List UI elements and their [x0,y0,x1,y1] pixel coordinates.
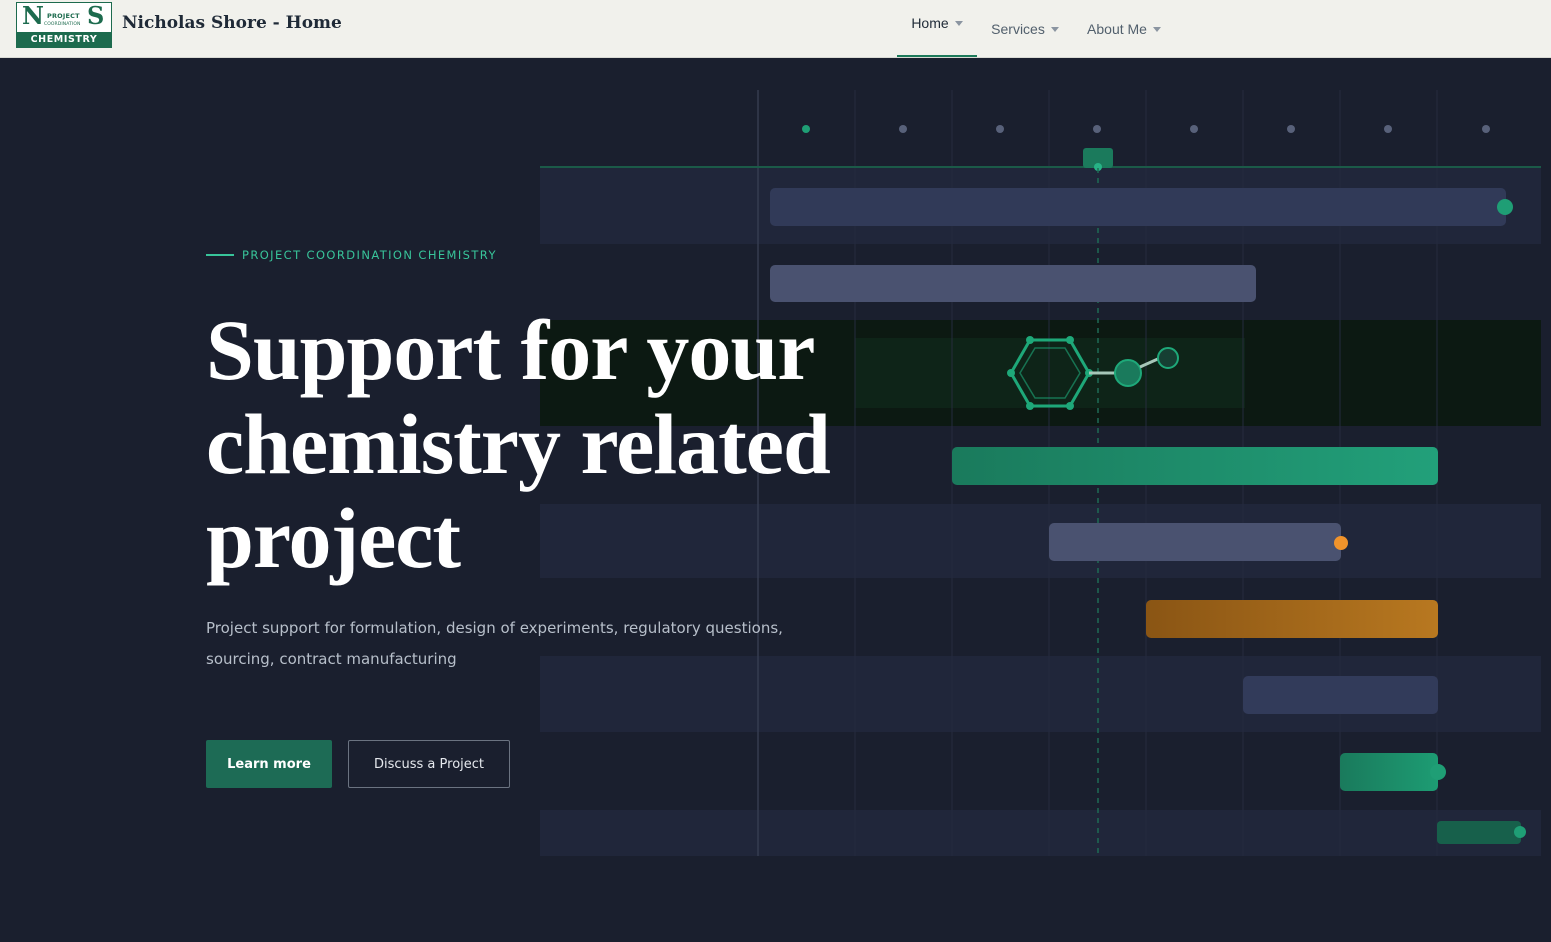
hero-headline: Support for your chemistry related proje… [206,303,846,585]
nav-home[interactable]: Home [897,0,977,57]
headline-line-2: chemistry related [206,396,831,492]
logo-band-chemistry: CHEMISTRY [17,32,111,47]
logo-letter-n: N [22,1,44,30]
nav-services-label: Services [991,20,1045,37]
hero-subtitle: Project support for formulation, design … [206,619,783,668]
eyebrow-divider [206,254,234,256]
eyebrow-text: PROJECT COORDINATION CHEMISTRY [242,248,497,262]
site-header: N PROJECT COORDINATION S CHEMISTRY Nicho… [0,0,1551,58]
nav-services[interactable]: Services [984,0,1066,57]
nav-about-me[interactable]: About Me [1080,0,1168,57]
site-logo[interactable]: N PROJECT COORDINATION S CHEMISTRY [16,1,112,48]
nav-about-me-label: About Me [1087,20,1147,37]
learn-more-button[interactable]: Learn more [206,740,332,788]
headline-line-3: project [206,490,461,586]
headline-line-1: Support for your [206,302,815,398]
logo-letter-s: S [87,1,105,30]
site-title[interactable]: Nicholas Shore - Home [122,13,342,33]
chevron-down-icon [1152,27,1161,32]
chevron-down-icon [1050,27,1059,32]
chevron-down-icon [954,21,963,26]
hero-eyebrow: PROJECT COORDINATION CHEMISTRY [206,248,497,262]
logo-line-project: PROJECT [47,12,80,20]
discuss-project-button[interactable]: Discuss a Project [348,740,510,788]
nav-home-label: Home [911,14,949,31]
logo-line-coordination: COORDINATION [44,22,81,27]
